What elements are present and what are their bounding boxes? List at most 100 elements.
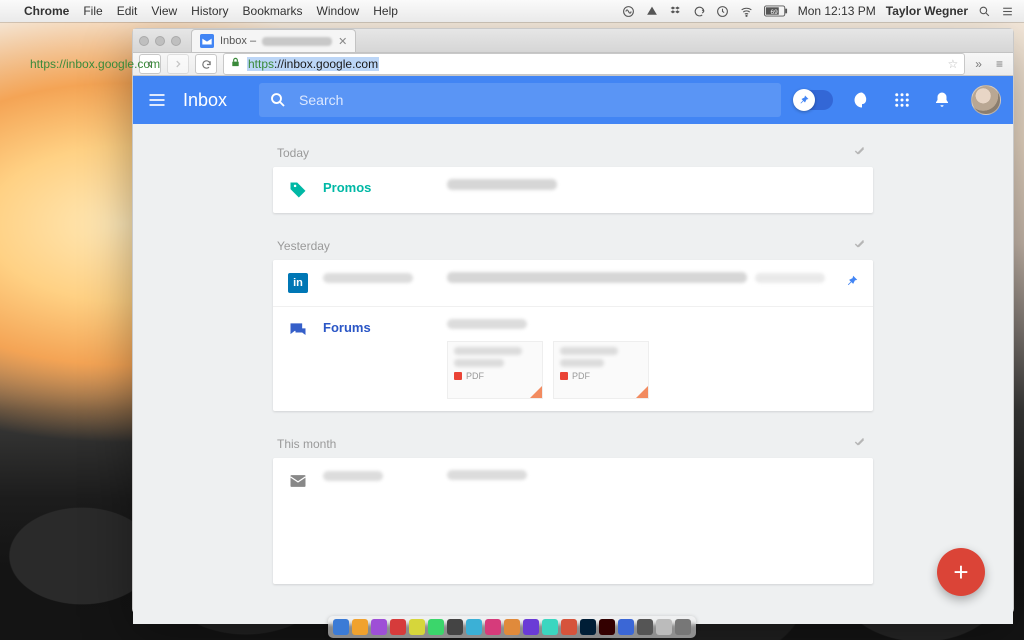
attachment-type: PDF bbox=[572, 371, 590, 381]
redacted-text bbox=[447, 272, 747, 283]
browser-window: Inbox – ✕ https://inbox.google.com ☆ » ≡… bbox=[132, 28, 1014, 614]
mail-icon bbox=[288, 471, 308, 491]
overlay-url-label: https://inbox.google.com bbox=[30, 57, 160, 71]
menu-file[interactable]: File bbox=[83, 4, 102, 18]
menubar-notifications-icon[interactable] bbox=[1001, 5, 1014, 18]
pinned-indicator-icon[interactable] bbox=[845, 272, 859, 293]
inbox-app: Inbox Today bbox=[133, 76, 1013, 624]
menu-window[interactable]: Window bbox=[317, 4, 360, 18]
menubar-battery-icon[interactable]: 69 bbox=[764, 5, 788, 17]
tab-close-icon[interactable]: ✕ bbox=[338, 35, 347, 48]
dock-app-icon[interactable] bbox=[675, 619, 691, 635]
menubar-user[interactable]: Taylor Wegner bbox=[886, 4, 968, 18]
dock-app-icon[interactable] bbox=[409, 619, 425, 635]
inbox-content: Today Promos Yesterday in bbox=[133, 124, 1013, 624]
dock-app-icon[interactable] bbox=[352, 619, 368, 635]
dock-app-icon[interactable] bbox=[371, 619, 387, 635]
window-traffic-lights[interactable] bbox=[139, 36, 181, 46]
dock-app-icon[interactable] bbox=[333, 619, 349, 635]
tag-icon bbox=[288, 180, 308, 200]
compose-fab[interactable]: + bbox=[937, 548, 985, 596]
dock-app-icon[interactable] bbox=[485, 619, 501, 635]
notifications-button[interactable] bbox=[931, 89, 953, 111]
pinned-toggle[interactable] bbox=[795, 90, 833, 110]
search-bar[interactable] bbox=[259, 83, 781, 117]
attachment-type: PDF bbox=[466, 371, 484, 381]
dock-app-icon[interactable] bbox=[637, 619, 653, 635]
search-input[interactable] bbox=[299, 92, 771, 108]
hamburger-menu-button[interactable] bbox=[145, 88, 169, 112]
pdf-icon bbox=[454, 372, 462, 380]
menu-history[interactable]: History bbox=[191, 4, 228, 18]
menubar-sync-icon[interactable] bbox=[693, 5, 706, 18]
message-row[interactable] bbox=[273, 458, 873, 504]
bundle-row-forums[interactable]: Forums PDF bbox=[273, 306, 873, 411]
reload-button[interactable] bbox=[195, 54, 217, 74]
message-row-linkedin[interactable]: in bbox=[273, 260, 873, 306]
section-header-thismonth: This month bbox=[273, 429, 873, 458]
dock-app-icon[interactable] bbox=[542, 619, 558, 635]
plus-icon: + bbox=[953, 557, 968, 588]
sweep-button[interactable] bbox=[851, 435, 869, 452]
svg-text:69: 69 bbox=[770, 9, 778, 16]
hangouts-button[interactable] bbox=[851, 89, 873, 111]
bundle-row-promos[interactable]: Promos bbox=[273, 167, 873, 213]
redacted-text bbox=[454, 359, 504, 367]
section-label: This month bbox=[277, 437, 336, 451]
page-curl-icon bbox=[530, 386, 542, 398]
attachment-pdf[interactable]: PDF bbox=[553, 341, 649, 399]
redacted-text bbox=[447, 470, 527, 480]
dock-app-icon[interactable] bbox=[390, 619, 406, 635]
apps-grid-button[interactable] bbox=[891, 89, 913, 111]
menu-edit[interactable]: Edit bbox=[117, 4, 138, 18]
redacted-text bbox=[447, 319, 527, 329]
menu-help[interactable]: Help bbox=[373, 4, 398, 18]
sweep-button[interactable] bbox=[851, 237, 869, 254]
dock-app-icon[interactable] bbox=[504, 619, 520, 635]
account-avatar[interactable] bbox=[971, 85, 1001, 115]
dock-app-icon[interactable] bbox=[447, 619, 463, 635]
sweep-button[interactable] bbox=[851, 144, 869, 161]
dock-app-icon[interactable] bbox=[523, 619, 539, 635]
menu-view[interactable]: View bbox=[151, 4, 177, 18]
menubar-app-name[interactable]: Chrome bbox=[24, 4, 69, 18]
chrome-menu-icon[interactable]: ≡ bbox=[992, 57, 1007, 71]
section-card-today: Promos bbox=[273, 167, 873, 213]
dock-app-icon[interactable] bbox=[580, 619, 596, 635]
menubar-siri-icon[interactable] bbox=[622, 5, 635, 18]
menu-bookmarks[interactable]: Bookmarks bbox=[243, 4, 303, 18]
menubar-spotlight-icon[interactable] bbox=[978, 5, 991, 18]
inbox-favicon-icon bbox=[200, 34, 214, 48]
menubar-clock[interactable]: Mon 12:13 PM bbox=[798, 4, 876, 18]
redacted-text bbox=[755, 273, 825, 283]
dock-app-icon[interactable] bbox=[561, 619, 577, 635]
redacted-text bbox=[560, 347, 618, 355]
page-curl-icon bbox=[636, 386, 648, 398]
dock-app-icon[interactable] bbox=[618, 619, 634, 635]
dock-app-icon[interactable] bbox=[466, 619, 482, 635]
tab-title: Inbox – bbox=[220, 35, 256, 47]
section-card-yesterday: in Forums bbox=[273, 260, 873, 411]
menubar-wifi-icon[interactable] bbox=[739, 5, 754, 18]
bookmark-star-icon[interactable]: ☆ bbox=[948, 57, 959, 71]
section-label: Today bbox=[277, 146, 309, 160]
section-header-yesterday: Yesterday bbox=[273, 231, 873, 260]
menubar-dropbox-icon[interactable] bbox=[669, 5, 683, 18]
linkedin-icon: in bbox=[288, 273, 308, 293]
attachment-pdf[interactable]: PDF bbox=[447, 341, 543, 399]
mac-dock[interactable] bbox=[328, 616, 696, 638]
browser-tabstrip: Inbox – ✕ bbox=[133, 29, 1013, 53]
pin-icon bbox=[798, 94, 810, 106]
forward-button[interactable] bbox=[167, 54, 189, 74]
attachment-list: PDF PDF bbox=[447, 341, 859, 399]
dock-app-icon[interactable] bbox=[428, 619, 444, 635]
browser-tab[interactable]: Inbox – ✕ bbox=[191, 29, 356, 52]
dock-app-icon[interactable] bbox=[599, 619, 615, 635]
dock-app-icon[interactable] bbox=[656, 619, 672, 635]
tab-title-redacted bbox=[262, 37, 332, 46]
menubar-clock-icon[interactable] bbox=[716, 5, 729, 18]
address-bar[interactable]: https://inbox.google.com ☆ bbox=[223, 53, 965, 75]
menubar-cloud-icon[interactable] bbox=[645, 5, 659, 18]
redacted-text bbox=[447, 179, 557, 190]
extensions-overflow-icon[interactable]: » bbox=[971, 57, 986, 71]
